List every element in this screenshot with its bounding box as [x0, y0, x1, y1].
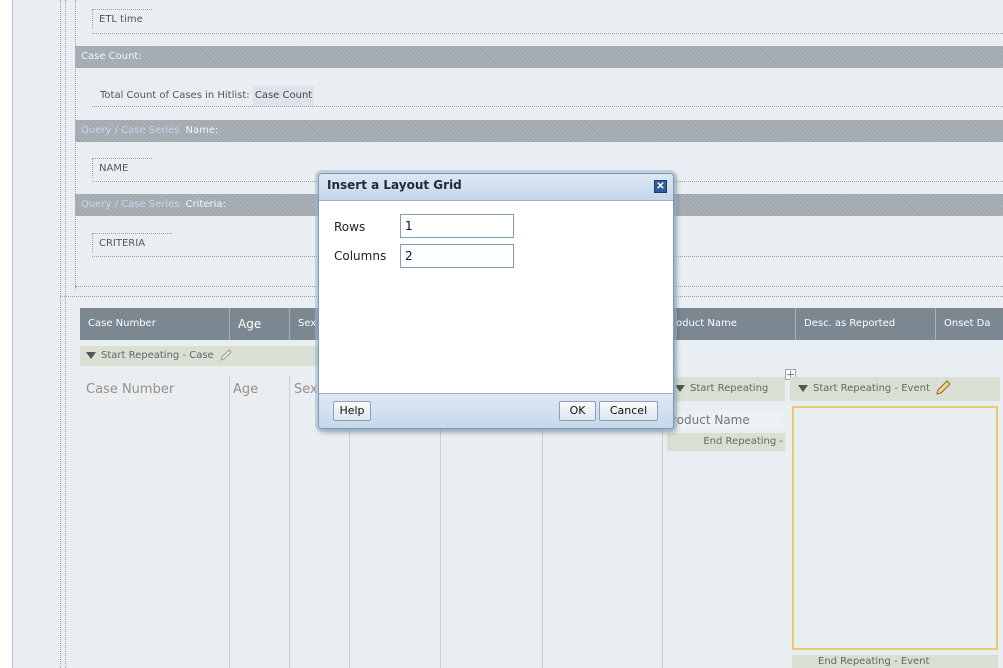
dialog-title-bar[interactable]: Insert a Layout Grid ✕	[319, 174, 673, 201]
start-repeating-case-label: Start Repeating - Case	[101, 350, 214, 361]
name-field-label: NAME	[99, 163, 129, 174]
end-repeating-product-label[interactable]: End Repeating -	[667, 433, 785, 451]
triangle-down-icon[interactable]	[675, 384, 685, 392]
header-label: Desc. as Reported	[804, 318, 896, 329]
case-count-header: Case Count:	[81, 51, 142, 62]
cancel-button[interactable]: Cancel	[599, 401, 658, 421]
ok-button[interactable]: OK	[559, 401, 596, 421]
name-field[interactable]: NAME	[92, 158, 152, 178]
query-name-band[interactable]: Query / Case Series Name:	[75, 120, 1003, 142]
triangle-down-icon[interactable]	[798, 384, 808, 392]
insert-layout-grid-dialog[interactable]: Insert a Layout Grid ✕ Rows Columns Help…	[318, 173, 674, 429]
case-count-band[interactable]: Case Count:	[75, 46, 1003, 68]
columns-input[interactable]	[400, 244, 514, 268]
column-header-case-number[interactable]: Case Number	[80, 308, 230, 340]
guide-line	[75, 0, 76, 290]
close-icon[interactable]: ✕	[654, 180, 667, 193]
header-label: Onset Da	[944, 318, 991, 329]
dialog-footer: Help OK Cancel	[319, 393, 673, 428]
column-header-desc-reported[interactable]: Desc. as Reported	[796, 308, 936, 340]
pencil-icon[interactable]	[935, 380, 951, 396]
start-repeating-event-label: Start Repeating - Event	[813, 383, 930, 394]
triangle-down-icon[interactable]	[86, 351, 96, 359]
guide-line	[65, 0, 66, 668]
criteria-label: Criteria:	[185, 199, 226, 210]
rows-input[interactable]	[400, 214, 514, 238]
dialog-title: Insert a Layout Grid	[327, 178, 462, 192]
column-header-sex[interactable]: Sex	[290, 308, 320, 340]
column-header-age[interactable]: Age	[230, 308, 290, 340]
header-label: Age	[238, 317, 262, 331]
etl-time-label: ETL time	[99, 14, 143, 25]
case-number-field[interactable]: Case Number	[86, 382, 174, 397]
column-divider	[229, 376, 230, 668]
columns-label: Columns	[334, 249, 387, 263]
help-button[interactable]: Help	[333, 401, 371, 421]
start-repeating-event-row[interactable]: Start Repeating - Event	[790, 377, 1000, 401]
total-count-label: Total Count of Cases in Hitlist:	[100, 90, 250, 101]
criteria-field[interactable]: CRITERIA	[92, 233, 172, 253]
event-grid-cell-selected[interactable]	[792, 406, 998, 650]
column-header-onset-date[interactable]: Onset Da	[936, 308, 1003, 340]
start-repeating-product-label: Start Repeating	[690, 383, 769, 394]
rows-label: Rows	[334, 220, 366, 234]
start-repeating-product-row[interactable]: Start Repeating	[667, 377, 785, 401]
query-case-series-label: Query / Case Series	[81, 199, 180, 210]
total-count-row[interactable]: Total Count of Cases in Hitlist: Case Co…	[92, 86, 315, 106]
criteria-field-label: CRITERIA	[99, 238, 146, 249]
product-name-field[interactable]: roduct Name	[670, 411, 782, 429]
header-label: Case Number	[88, 318, 156, 329]
guide-line	[92, 33, 1003, 34]
guide-line	[60, 0, 61, 668]
header-label: Sex	[298, 318, 317, 329]
guide-line	[92, 106, 1003, 107]
case-count-chip[interactable]: Case Count	[252, 86, 315, 106]
column-divider	[289, 376, 290, 668]
end-repeating-event-label[interactable]: End Repeating - Event	[792, 655, 998, 668]
name-label: Name:	[185, 125, 219, 136]
pencil-icon[interactable]	[219, 348, 233, 362]
etl-time-field[interactable]: ETL time	[92, 9, 152, 29]
column-header-product-name[interactable]: oduct Name	[674, 308, 796, 340]
query-case-series-label: Query / Case Series	[81, 125, 180, 136]
header-label: oduct Name	[676, 318, 737, 329]
sex-field[interactable]: Sex	[294, 382, 318, 397]
age-field[interactable]: Age	[233, 382, 258, 397]
